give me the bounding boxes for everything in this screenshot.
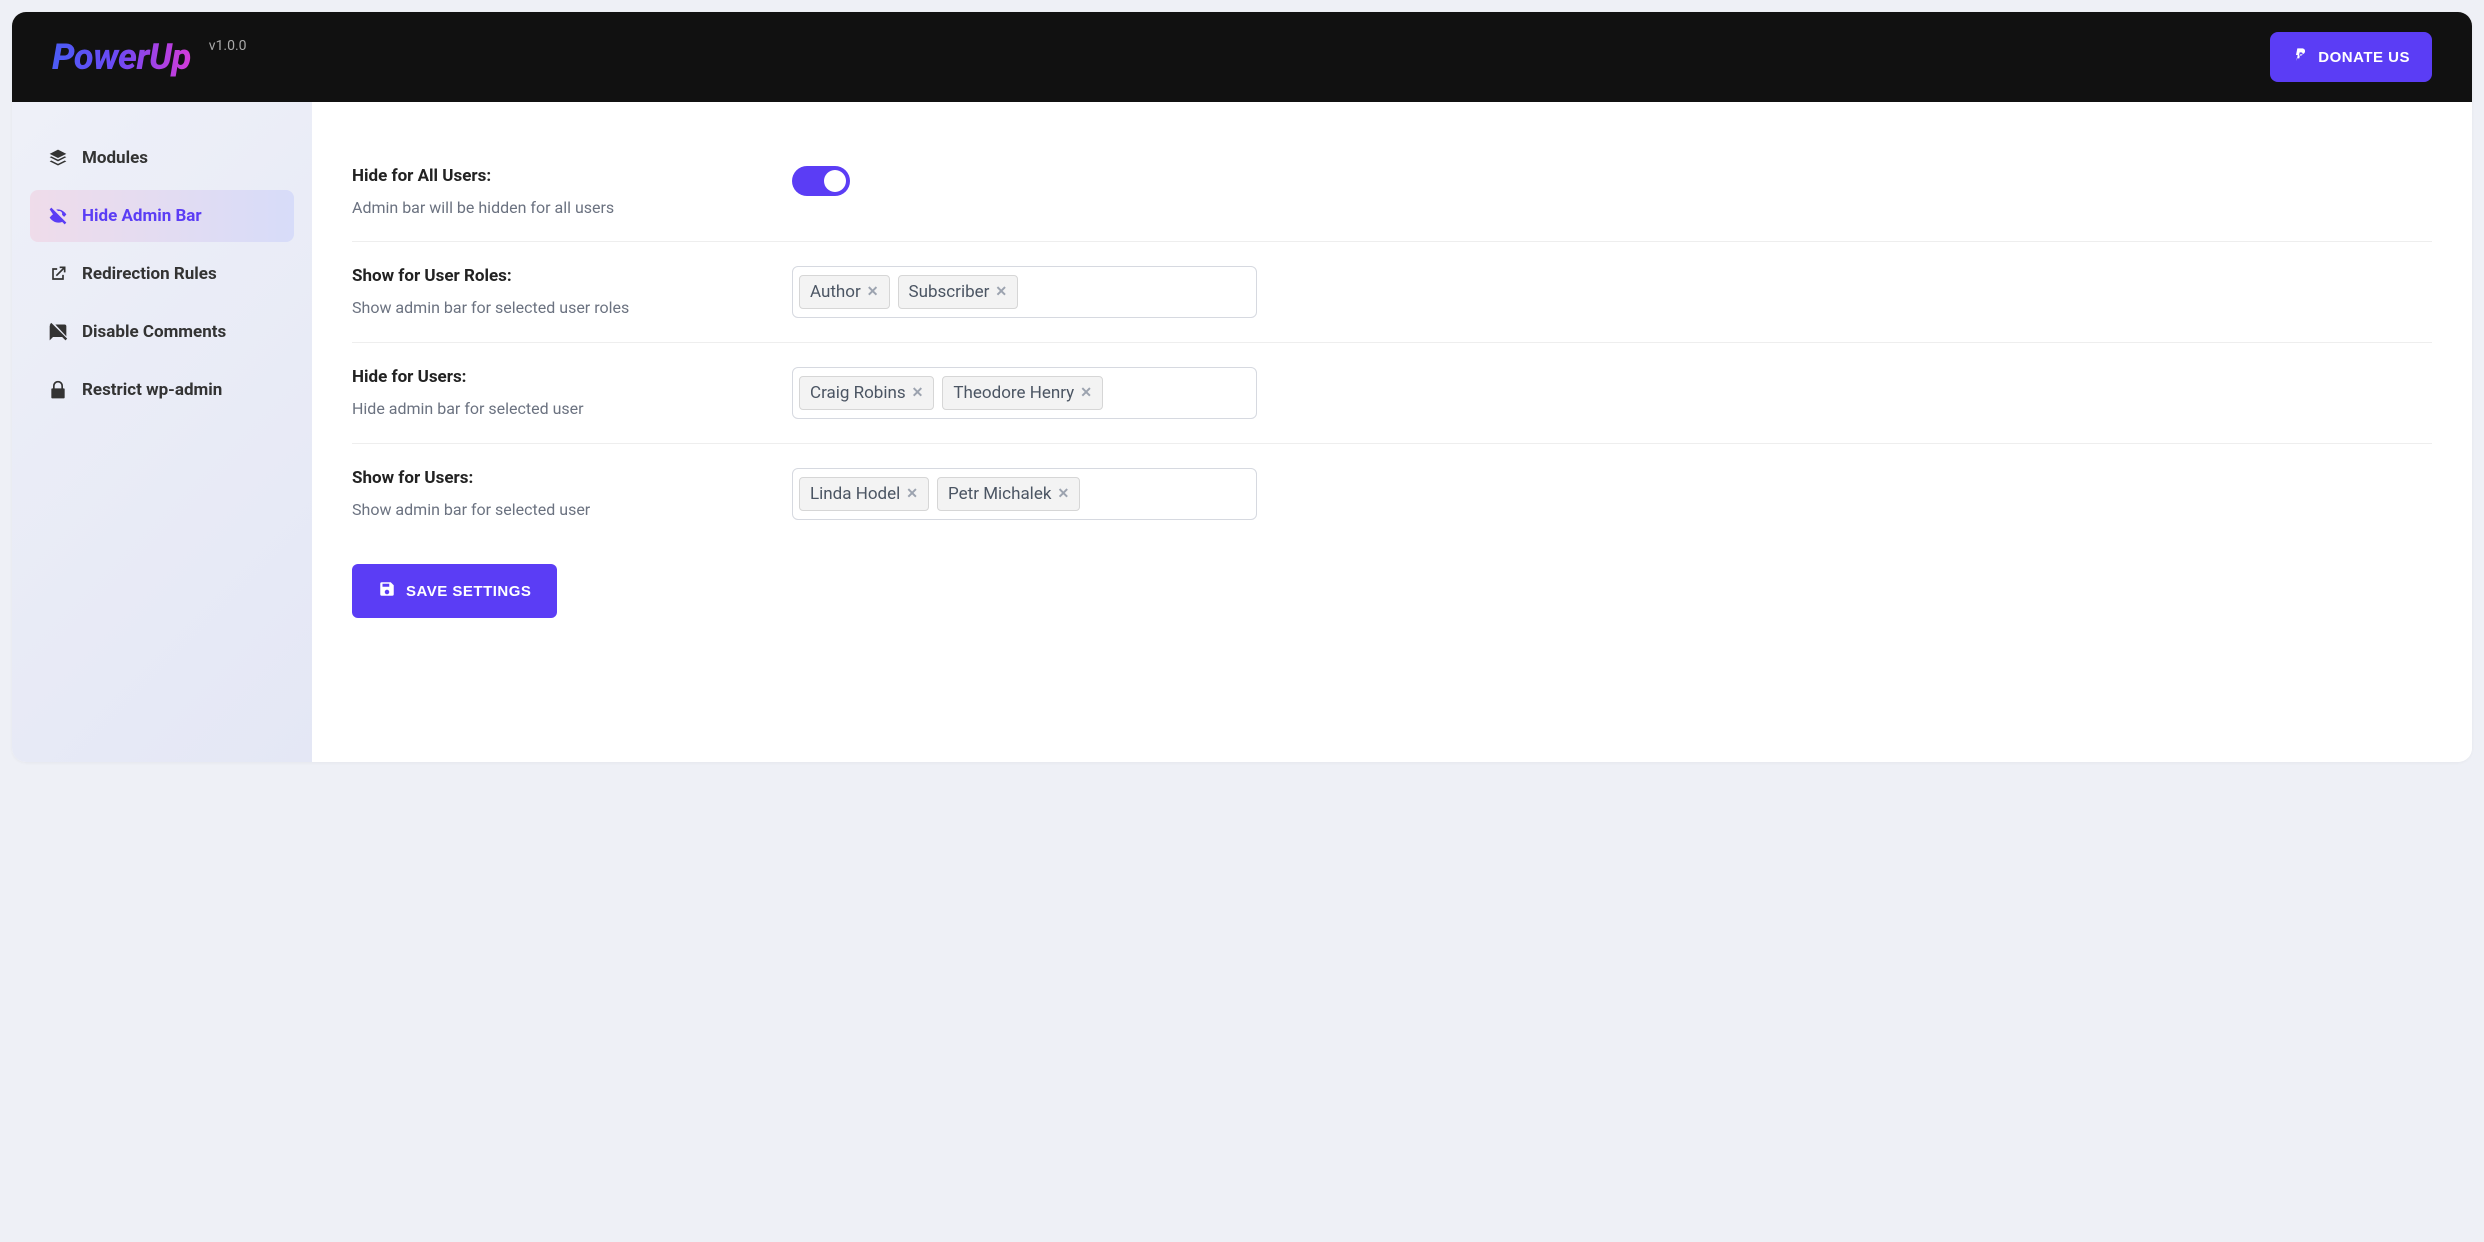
remove-tag-icon[interactable]: ✕ — [912, 385, 924, 401]
tag-label: Petr Michalek — [948, 484, 1051, 504]
tag: Subscriber ✕ — [898, 275, 1019, 309]
version-label: v1.0.0 — [209, 38, 247, 54]
setting-show-users: Show for Users: Show admin bar for selec… — [352, 444, 2432, 544]
donate-button[interactable]: DONATE US — [2270, 32, 2432, 82]
remove-tag-icon[interactable]: ✕ — [995, 284, 1007, 300]
setting-desc: Show admin bar for selected user — [352, 500, 752, 519]
setting-desc: Show admin bar for selected user roles — [352, 298, 752, 317]
tag-label: Linda Hodel — [810, 484, 900, 504]
save-settings-button[interactable]: SAVE SETTINGS — [352, 564, 557, 618]
eye-off-icon — [48, 206, 68, 226]
hide-all-toggle[interactable] — [792, 166, 850, 196]
remove-tag-icon[interactable]: ✕ — [1080, 385, 1092, 401]
external-link-icon — [48, 264, 68, 284]
setting-show-roles: Show for User Roles: Show admin bar for … — [352, 242, 2432, 343]
sidebar-item-hide-admin-bar[interactable]: Hide Admin Bar — [30, 190, 294, 242]
setting-title: Show for Users: — [352, 468, 752, 488]
remove-tag-icon[interactable]: ✕ — [1057, 486, 1069, 502]
sidebar-item-modules[interactable]: Modules — [30, 132, 294, 184]
comment-off-icon — [48, 322, 68, 342]
sidebar-item-label: Restrict wp-admin — [82, 380, 222, 400]
main-content: Hide for All Users: Admin bar will be hi… — [312, 102, 2472, 762]
sidebar-item-label: Modules — [82, 148, 148, 168]
donate-button-label: DONATE US — [2318, 49, 2410, 66]
tag-label: Theodore Henry — [953, 383, 1074, 403]
setting-title: Hide for All Users: — [352, 166, 752, 186]
save-button-label: SAVE SETTINGS — [406, 583, 531, 600]
save-icon — [378, 580, 396, 602]
tag-label: Craig Robins — [810, 383, 906, 403]
setting-title: Show for User Roles: — [352, 266, 752, 286]
tag: Author ✕ — [799, 275, 890, 309]
setting-hide-all-users: Hide for All Users: Admin bar will be hi… — [352, 142, 2432, 242]
tag: Theodore Henry ✕ — [942, 376, 1103, 410]
sidebar: Modules Hide Admin Bar Redirection Rules… — [12, 102, 312, 762]
show-roles-input[interactable]: Author ✕ Subscriber ✕ — [792, 266, 1257, 318]
sidebar-item-restrict-wp-admin[interactable]: Restrict wp-admin — [30, 364, 294, 416]
sidebar-item-disable-comments[interactable]: Disable Comments — [30, 306, 294, 358]
tag: Linda Hodel ✕ — [799, 477, 929, 511]
sidebar-item-label: Redirection Rules — [82, 264, 217, 284]
remove-tag-icon[interactable]: ✕ — [906, 486, 918, 502]
sidebar-item-redirection-rules[interactable]: Redirection Rules — [30, 248, 294, 300]
layers-icon — [48, 148, 68, 168]
remove-tag-icon[interactable]: ✕ — [867, 284, 879, 300]
setting-desc: Admin bar will be hidden for all users — [352, 198, 752, 217]
tag-label: Subscriber — [909, 282, 990, 302]
hide-users-input[interactable]: Craig Robins ✕ Theodore Henry ✕ — [792, 367, 1257, 419]
sidebar-item-label: Hide Admin Bar — [82, 206, 202, 226]
logo: PowerUp — [52, 36, 191, 78]
setting-title: Hide for Users: — [352, 367, 752, 387]
app-container: PowerUp v1.0.0 DONATE US Modules Hide Ad… — [12, 12, 2472, 762]
body: Modules Hide Admin Bar Redirection Rules… — [12, 102, 2472, 762]
show-users-input[interactable]: Linda Hodel ✕ Petr Michalek ✕ — [792, 468, 1257, 520]
tag-label: Author — [810, 282, 861, 302]
paypal-icon — [2292, 46, 2308, 68]
setting-hide-users: Hide for Users: Hide admin bar for selec… — [352, 343, 2432, 444]
sidebar-item-label: Disable Comments — [82, 322, 226, 342]
setting-desc: Hide admin bar for selected user — [352, 399, 752, 418]
tag: Petr Michalek ✕ — [937, 477, 1080, 511]
header: PowerUp v1.0.0 DONATE US — [12, 12, 2472, 102]
tag: Craig Robins ✕ — [799, 376, 934, 410]
lock-icon — [48, 380, 68, 400]
